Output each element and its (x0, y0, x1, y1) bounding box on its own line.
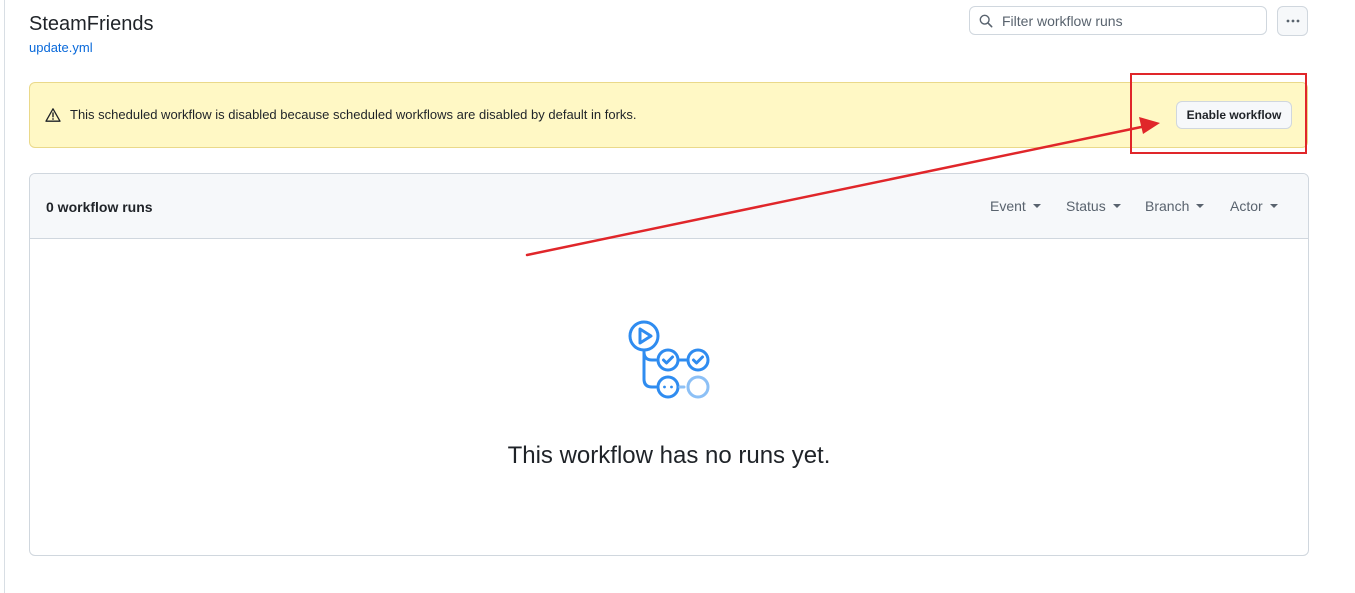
actor-filter-menu[interactable]: Actor (1230, 198, 1278, 214)
status-filter-label: Status (1066, 198, 1106, 214)
triangle-down-icon (1269, 204, 1278, 208)
runs-header: 0 workflow runs Event Status Branch Acto… (30, 174, 1308, 239)
enable-workflow-button[interactable]: Enable workflow (1176, 101, 1292, 129)
event-filter-menu[interactable]: Event (990, 198, 1041, 214)
left-divider (4, 0, 5, 593)
alert-triangle-icon (45, 108, 61, 122)
triangle-down-icon (1112, 204, 1121, 208)
event-filter-label: Event (990, 198, 1026, 214)
runs-count: 0 workflow runs (46, 199, 153, 215)
status-filter-menu[interactable]: Status (1066, 198, 1121, 214)
workflow-title: SteamFriends (29, 13, 154, 35)
triangle-down-icon (1196, 204, 1205, 208)
empty-state-message: This workflow has no runs yet. (507, 442, 831, 469)
workflow-graph-icon (628, 320, 710, 399)
banner-message: This scheduled workflow is disabled beca… (70, 107, 637, 122)
workflow-page: SteamFriends update.yml This scheduled w… (0, 0, 1355, 593)
filter-runs-field[interactable] (969, 6, 1267, 35)
workflow-runs-panel: 0 workflow runs Event Status Branch Acto… (29, 173, 1309, 556)
actor-filter-label: Actor (1230, 198, 1263, 214)
filter-runs-input[interactable] (1002, 10, 1260, 31)
more-options-button[interactable] (1277, 6, 1308, 36)
disabled-workflow-banner: This scheduled workflow is disabled beca… (29, 82, 1308, 148)
workflow-file-link[interactable]: update.yml (29, 40, 93, 55)
search-icon (979, 14, 993, 28)
title-block: SteamFriends update.yml (29, 12, 154, 57)
kebab-horizontal-icon (1286, 19, 1300, 23)
triangle-down-icon (1032, 204, 1041, 208)
branch-filter-menu[interactable]: Branch (1145, 198, 1205, 214)
branch-filter-label: Branch (1145, 198, 1190, 214)
